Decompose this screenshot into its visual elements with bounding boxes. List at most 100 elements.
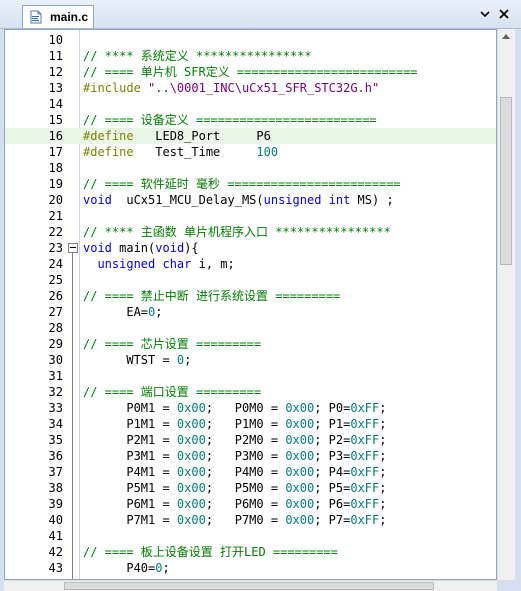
vertical-scrollbar[interactable] <box>497 29 515 580</box>
code-token: 0x00 <box>285 417 315 431</box>
code-token: unsigned char <box>97 257 192 271</box>
code-token: ; P4M0 = <box>205 465 286 479</box>
line-number: 12 <box>48 65 63 79</box>
code-token: 0xFF <box>350 497 380 511</box>
code-line[interactable]: 20 void uCx51_MCU_Delay_MS(unsigned int M… <box>5 192 496 208</box>
line-number: 38 <box>48 481 63 495</box>
code-token: // ==== 板上设备设置 打开LED ========= <box>83 545 338 559</box>
chevron-down-icon[interactable] <box>478 6 492 20</box>
code-token: ; P3M0 = <box>205 449 286 463</box>
code-line[interactable]: 13 #include "..\0001_INC\uCx51_SFR_STC32G… <box>5 80 496 96</box>
code-token: LED8_Port P6 <box>133 129 271 143</box>
code-token: #define <box>83 129 134 143</box>
code-token: ; <box>162 561 170 575</box>
code-line[interactable]: 34 P1M1 = 0x00; P1M0 = 0x00; P1=0xFF; <box>5 416 496 432</box>
code-text: P3M1 = 0x00; P3M0 = 0x00; P3=0xFF; <box>83 448 386 464</box>
code-token: // **** 系统定义 **************** <box>83 49 312 63</box>
code-token: P3M1 = <box>83 449 177 463</box>
code-editor[interactable]: 10 11 // **** 系统定义 **************** 12 // ==… <box>4 29 497 580</box>
code-token: // ==== 芯片设置 ========= <box>83 337 262 351</box>
tab-main-c[interactable]: main.c <box>22 5 94 28</box>
line-number: 31 <box>48 369 63 383</box>
code-line[interactable]: 16 #define LED8_Port P6 <box>5 128 496 144</box>
code-line[interactable]: 28 <box>5 320 496 336</box>
code-line[interactable]: 27 EA=0; <box>5 304 496 320</box>
code-line[interactable]: 24 unsigned char i, m; <box>5 256 496 272</box>
line-number: 30 <box>48 353 63 367</box>
code-token: 0x00 <box>176 433 206 447</box>
code-token: 0x00 <box>285 465 315 479</box>
line-number: 20 <box>48 193 63 207</box>
code-line[interactable]: 21 <box>5 208 496 224</box>
code-token: WTST = <box>83 353 177 367</box>
code-line[interactable]: 11 // **** 系统定义 **************** <box>5 48 496 64</box>
code-text: P0M1 = 0x00; P0M0 = 0x00; P0=0xFF; <box>83 400 386 416</box>
code-line[interactable]: 31 <box>5 368 496 384</box>
code-line[interactable]: 38 P5M1 = 0x00; P5M0 = 0x00; P5=0xFF; <box>5 480 496 496</box>
code-token: ; P3= <box>314 449 351 463</box>
code-line[interactable]: 30 WTST = 0; <box>5 352 496 368</box>
code-text: #include "..\0001_INC\uCx51_SFR_STC32G.h… <box>83 80 379 96</box>
code-token: 0x00 <box>176 417 206 431</box>
code-token: #include <box>83 81 149 95</box>
code-token: ; <box>379 481 387 495</box>
code-token: ; <box>379 449 387 463</box>
code-token: 0x00 <box>176 481 206 495</box>
code-line[interactable]: 33 P0M1 = 0x00; P0M0 = 0x00; P0=0xFF; <box>5 400 496 416</box>
code-line[interactable]: 18 <box>5 160 496 176</box>
code-line[interactable]: 35 P2M1 = 0x00; P2M0 = 0x00; P2=0xFF; <box>5 432 496 448</box>
code-token: 0x00 <box>176 497 206 511</box>
code-line[interactable]: 42 // ==== 板上设备设置 打开LED ========= <box>5 544 496 560</box>
code-line[interactable]: 40 P7M1 = 0x00; P7M0 = 0x00; P7=0xFF; <box>5 512 496 528</box>
code-token: unsigned int <box>263 193 351 207</box>
code-text: // ==== 单片机 SFR定义 ======================… <box>83 64 418 80</box>
code-line[interactable]: 12 // ==== 单片机 SFR定义 ====================… <box>5 64 496 80</box>
fold-guide-line <box>72 253 73 579</box>
vertical-scroll-thumb[interactable] <box>500 97 512 265</box>
code-line[interactable]: 23 void main(void){ <box>5 240 496 256</box>
code-token: 0x00 <box>176 513 206 527</box>
code-token: 0xFF <box>350 401 380 415</box>
line-number: 19 <box>48 177 63 191</box>
code-token: P6M1 = <box>83 497 177 511</box>
code-line[interactable]: 14 <box>5 96 496 112</box>
code-line[interactable]: 41 <box>5 528 496 544</box>
line-number: 22 <box>48 225 63 239</box>
code-token: 0xFF <box>350 513 380 527</box>
horizontal-scroll-thumb[interactable] <box>64 582 434 590</box>
code-line[interactable]: 10 <box>5 32 496 48</box>
code-line[interactable]: 22 // **** 主函数 单片机程序入口 **************** <box>5 224 496 240</box>
code-line[interactable]: 39 P6M1 = 0x00; P6M0 = 0x00; P6=0xFF; <box>5 496 496 512</box>
fold-collapse-icon[interactable] <box>68 243 78 253</box>
code-line[interactable]: 37 P4M1 = 0x00; P4M0 = 0x00; P4=0xFF; <box>5 464 496 480</box>
line-number: 42 <box>48 545 63 559</box>
code-line[interactable]: 36 P3M1 = 0x00; P3M0 = 0x00; P3=0xFF; <box>5 448 496 464</box>
line-number: 40 <box>48 513 63 527</box>
code-text: P40=0; <box>83 560 170 576</box>
line-number: 29 <box>48 337 63 351</box>
code-token: // ==== 软件延时 毫秒 ======================== <box>83 177 401 191</box>
code-line[interactable]: 32 // ==== 端口设置 ========= <box>5 384 496 400</box>
code-text: // ==== 软件延时 毫秒 ======================== <box>83 176 401 192</box>
line-number: 41 <box>48 529 63 543</box>
code-token: ; P2M0 = <box>205 433 286 447</box>
code-token: ; <box>379 497 387 511</box>
code-text: P4M1 = 0x00; P4M0 = 0x00; P4=0xFF; <box>83 464 386 480</box>
code-line[interactable]: 15 // ==== 设备定义 ========================= <box>5 112 496 128</box>
line-number: 21 <box>48 209 63 223</box>
c-source-file-icon <box>29 10 43 27</box>
code-token: ; <box>379 513 387 527</box>
horizontal-scrollbar[interactable] <box>4 580 497 591</box>
close-icon[interactable] <box>497 6 511 20</box>
code-line[interactable]: 25 <box>5 272 496 288</box>
code-line[interactable]: 43 P40=0; <box>5 560 496 576</box>
code-line[interactable]: 19 // ==== 软件延时 毫秒 ======================… <box>5 176 496 192</box>
scroll-up-icon[interactable] <box>502 34 510 39</box>
code-line[interactable]: 17 #define Test_Time 100 <box>5 144 496 160</box>
code-text: // ==== 禁止中断 进行系统设置 ========= <box>83 288 340 304</box>
code-token: ; P1= <box>314 417 351 431</box>
code-line[interactable]: 26 // ==== 禁止中断 进行系统设置 ========= <box>5 288 496 304</box>
code-token: 0xFF <box>350 433 380 447</box>
code-line[interactable]: 29 // ==== 芯片设置 ========= <box>5 336 496 352</box>
